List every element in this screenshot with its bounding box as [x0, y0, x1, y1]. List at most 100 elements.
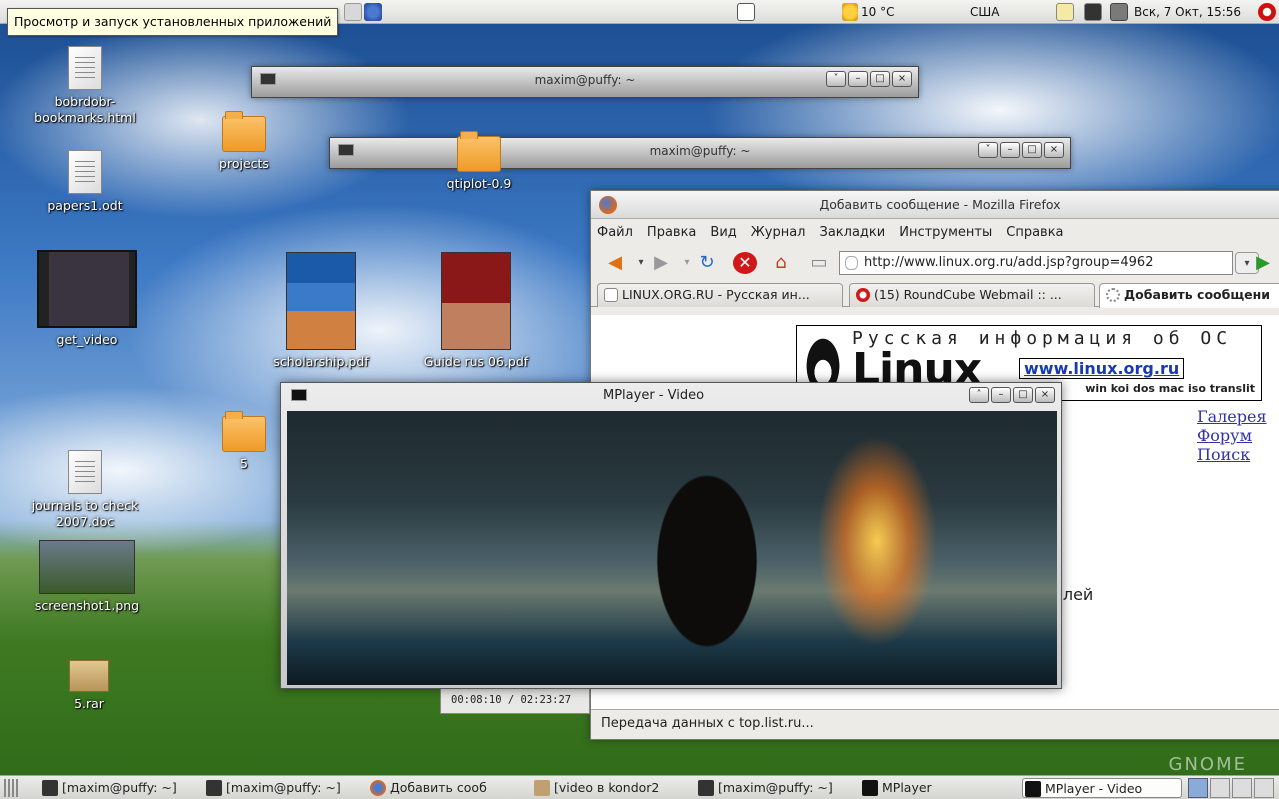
- close-button[interactable]: ×: [1044, 142, 1064, 158]
- html-file-icon: [68, 46, 102, 90]
- workspace-switcher[interactable]: [1188, 778, 1274, 798]
- loading-spinner-icon: [1106, 288, 1120, 302]
- desktop-icon-bookmarks[interactable]: bobrdobr- bookmarks.html: [30, 46, 140, 126]
- taskbar-item-mplayer-video[interactable]: MPlayer - Video: [1022, 778, 1182, 798]
- video-thumbnail-icon: [37, 250, 137, 328]
- desktop-icon-get-video[interactable]: get_video: [32, 250, 142, 348]
- taskbar-item-file-manager[interactable]: [video в kondor2: [532, 778, 692, 798]
- desktop-icon-label: projects: [219, 156, 269, 171]
- desktop-icon-guide[interactable]: Guide rus 06.pdf: [421, 252, 531, 370]
- url-bar[interactable]: http://www.linux.org.ru/add.jsp?group=49…: [839, 251, 1233, 275]
- power-icon[interactable]: [1258, 3, 1276, 21]
- minimize-button[interactable]: –: [991, 387, 1011, 403]
- desktop-icon-screenshot[interactable]: screenshot1.png: [32, 540, 142, 614]
- banner-encodings[interactable]: win koi dos mac iso translit: [1085, 382, 1255, 395]
- gnome-watermark: GNOME: [1168, 754, 1247, 775]
- desktop-icon-projects[interactable]: projects: [189, 111, 299, 172]
- weather-icon: [842, 3, 858, 21]
- desktop-icon-scholarship[interactable]: scholarship.pdf: [266, 252, 376, 370]
- mplayer-window: MPlayer - Video ˄ – □ ×: [280, 382, 1062, 689]
- menu-bookmarks[interactable]: Закладки: [820, 225, 886, 240]
- panel-handle-icon[interactable]: [4, 779, 18, 797]
- panel-launcher-icon[interactable]: [344, 3, 362, 21]
- mplayer-titlebar[interactable]: MPlayer - Video ˄ – □ ×: [281, 383, 1061, 409]
- notes-icon[interactable]: [1056, 3, 1074, 21]
- menu-history[interactable]: Журнал: [751, 225, 806, 240]
- window-menu-icon[interactable]: [291, 389, 307, 401]
- taskbar-item-mplayer[interactable]: MPlayer: [860, 778, 1016, 798]
- weather-temperature[interactable]: 10 °C: [861, 3, 894, 21]
- link-search[interactable]: Поиск: [1197, 445, 1250, 464]
- back-arrow-icon[interactable]: ◀: [603, 252, 627, 274]
- desktop-icon-label: scholarship.pdf: [273, 354, 369, 369]
- menu-view[interactable]: Вид: [710, 225, 736, 240]
- go-icon[interactable]: ▶: [1251, 252, 1275, 274]
- desktop-icon-label: qtiplot-0.9: [446, 176, 512, 191]
- taskbar-item-terminal-2[interactable]: [maxim@puffy: ~]: [204, 778, 364, 798]
- network-icon[interactable]: [1084, 3, 1102, 21]
- workspace-3[interactable]: [1232, 778, 1252, 798]
- folder-icon: [457, 131, 501, 172]
- tab-label: (15) RoundCube Webmail :: ...: [874, 287, 1062, 302]
- tux-favicon-icon: [604, 288, 618, 302]
- taskbar-item-firefox[interactable]: Добавить сооб: [368, 778, 528, 798]
- stop-icon[interactable]: ✕: [733, 252, 757, 274]
- tab-add-message[interactable]: Добавить сообщени: [1099, 283, 1279, 308]
- terminal-icon: [698, 780, 714, 796]
- bookmark-icon[interactable]: ▭: [807, 252, 831, 274]
- menu-file[interactable]: Файл: [597, 225, 633, 240]
- applications-tooltip: Просмотр и запуск установленных приложен…: [7, 8, 339, 36]
- clock[interactable]: Вск, 7 Окт, 15:56: [1134, 3, 1241, 21]
- mplayer-time-display: 00:08:10 / 02:23:27: [440, 686, 590, 714]
- link-gallery[interactable]: Галерея: [1197, 407, 1267, 426]
- minimize-button[interactable]: –: [1000, 142, 1020, 158]
- panel-launcher-icon[interactable]: [364, 3, 382, 21]
- mplayer-icon: [1025, 781, 1041, 797]
- window-title: MPlayer - Video: [603, 388, 705, 403]
- task-label: [maxim@puffy: ~]: [718, 780, 833, 795]
- menu-help[interactable]: Справка: [1006, 225, 1063, 240]
- tab-linux-org-ru[interactable]: LINUX.ORG.RU - Русская ин...: [597, 283, 843, 307]
- desktop-icon-journals[interactable]: journals to check 2007.doc: [30, 450, 140, 530]
- menu-tools[interactable]: Инструменты: [899, 225, 992, 240]
- desktop-icon-papers[interactable]: papers1.odt: [30, 150, 140, 214]
- firefox-titlebar[interactable]: Добавить сообщение - Mozilla Firefox: [591, 191, 1279, 219]
- tab-roundcube[interactable]: (15) RoundCube Webmail :: ...: [849, 283, 1095, 307]
- banner-url[interactable]: www.linux.org.ru: [1019, 358, 1185, 379]
- desktop-icon-label: 5.rar: [74, 696, 104, 711]
- minimize-button[interactable]: –: [848, 71, 868, 87]
- workspace-2[interactable]: [1210, 778, 1230, 798]
- maximize-button[interactable]: □: [870, 71, 890, 87]
- menu-edit[interactable]: Правка: [647, 225, 696, 240]
- taskbar-item-terminal-3[interactable]: [maxim@puffy: ~]: [696, 778, 856, 798]
- workspace-4[interactable]: [1254, 778, 1274, 798]
- keyboard-layout[interactable]: США: [970, 3, 999, 21]
- terminal-icon: [206, 780, 222, 796]
- shade-button[interactable]: ˄: [969, 387, 989, 403]
- window-title: maxim@puffy: ~: [534, 73, 636, 87]
- link-forum[interactable]: Форум: [1197, 426, 1252, 445]
- workspace-1[interactable]: [1188, 778, 1208, 798]
- folder-icon: [222, 411, 266, 452]
- document-icon: [68, 150, 102, 194]
- desktop-icon-rar[interactable]: 5.rar: [34, 660, 144, 712]
- taskbar-item-terminal-1[interactable]: [maxim@puffy: ~]: [40, 778, 200, 798]
- terminal-window-1[interactable]: maxim@puffy: ~ ˅ – □ ×: [251, 66, 919, 98]
- forward-arrow-icon[interactable]: ▶: [649, 252, 673, 274]
- pdf-cover-icon: [286, 252, 356, 350]
- desktop-icon-qtiplot[interactable]: qtiplot-0.9: [424, 131, 534, 192]
- unshade-button[interactable]: ˅: [826, 71, 846, 87]
- close-button[interactable]: ×: [1035, 387, 1055, 403]
- video-frame[interactable]: [287, 411, 1057, 685]
- window-title: Добавить сообщение - Mozilla Firefox: [819, 197, 1061, 212]
- desktop-icon-label: Guide rus 06.pdf: [423, 354, 529, 369]
- task-label: MPlayer - Video: [1045, 781, 1143, 796]
- close-button[interactable]: ×: [892, 71, 912, 87]
- home-icon[interactable]: ⌂: [769, 252, 793, 274]
- unshade-button[interactable]: ˅: [978, 142, 998, 158]
- panel-applet-icon[interactable]: [737, 3, 755, 21]
- workspace-icon[interactable]: [1110, 3, 1128, 21]
- maximize-button[interactable]: □: [1022, 142, 1042, 158]
- reload-icon[interactable]: ↻: [695, 252, 719, 274]
- maximize-button[interactable]: □: [1013, 387, 1033, 403]
